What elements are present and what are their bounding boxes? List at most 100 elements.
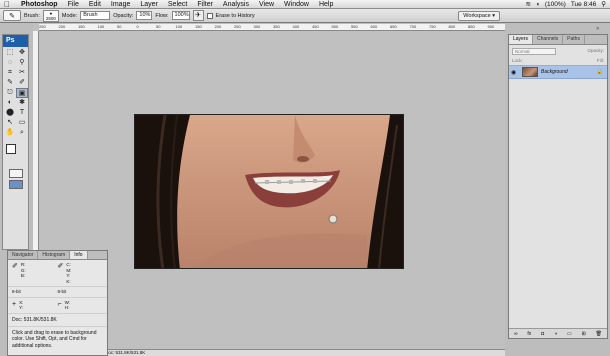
brush-picker[interactable]: ● 2500 — [42, 9, 59, 22]
tab-channels[interactable]: Channels — [533, 35, 564, 44]
lasso-tool[interactable]: ◌ — [4, 58, 16, 68]
dodge-tool[interactable]: ⬤ — [4, 108, 16, 118]
xy-labels: X: Y: — [19, 299, 24, 311]
ruler-tick-label: 350 — [273, 24, 280, 29]
blend-mode-select[interactable]: Normal — [512, 48, 556, 55]
type-tool[interactable]: T — [16, 108, 28, 118]
layer-thumbnail — [522, 67, 538, 77]
stamp-tool[interactable]: ⎋ — [4, 88, 16, 98]
eraser-icon: ✎ — [9, 12, 15, 20]
flow-label: Flow: — [155, 12, 169, 19]
menu-photoshop[interactable]: Photoshop — [16, 0, 63, 9]
ruler-tick-label: 200 — [58, 24, 66, 29]
layer-mask-icon[interactable]: ◘ — [541, 331, 544, 337]
cmyk-readout: ✐ C: M: Y: K: — [58, 262, 104, 284]
shape-tool[interactable]: ▭ — [16, 118, 28, 128]
eraser-tool[interactable]: ▣ — [16, 88, 28, 98]
brush-size: 2500 — [45, 15, 56, 21]
move-tool[interactable]: ✥ — [16, 48, 28, 58]
tab-paths[interactable]: Paths — [563, 35, 585, 44]
layers-panel-tabs: Layers Channels Paths — [509, 35, 607, 45]
ruler-tick-label: 650 — [390, 24, 397, 29]
menu-view[interactable]: View — [254, 0, 279, 9]
trash-icon[interactable]: 🗑 — [596, 331, 602, 337]
screen-mode-button[interactable] — [8, 180, 23, 189]
tab-histogram[interactable]: Histogram — [38, 251, 71, 259]
slice-tool[interactable]: ✂ — [16, 68, 28, 78]
blur-tool[interactable]: ✱ — [16, 98, 28, 108]
opacity-field[interactable]: 10% — [136, 11, 153, 20]
apple-icon[interactable]:  — [4, 0, 16, 9]
panel-collapse-icon[interactable]: » — [596, 26, 599, 32]
ruler-tick-label: 800 — [448, 24, 456, 29]
crop-tool[interactable]: ⌗ — [4, 68, 16, 78]
ruler-tick-label: 150 — [195, 24, 202, 29]
ruler-tick-label: 300 — [253, 24, 261, 29]
link-layers-icon[interactable]: ∞ — [514, 331, 518, 337]
tab-layers[interactable]: Layers — [509, 35, 534, 44]
tab-navigator[interactable]: Navigator — [8, 251, 39, 259]
airbrush-toggle[interactable]: ✈ — [192, 10, 204, 21]
ruler-tick-label: 0 — [136, 24, 139, 29]
image-canvas[interactable] — [134, 114, 404, 269]
portrait-image — [135, 115, 403, 268]
tool-preset-picker[interactable]: ✎ — [3, 10, 21, 21]
path-selection-tool[interactable]: ↖ — [4, 118, 16, 128]
menu-filter[interactable]: Filter — [192, 0, 218, 9]
ruler-tick-label: 50 — [117, 24, 122, 29]
brush-tool[interactable]: ✐ — [16, 78, 28, 88]
rgb-readout: ✐ R: G: B: — [12, 262, 58, 284]
toolbox: Ps ⬚ ✥ ◌ ⚲ ⌗ ✂ ✎ ✐ ⎋ ▣ ◐ ✱ ⬤ T ↖ ▭ ✋ ⌕ — [2, 34, 29, 250]
layer-row-background[interactable]: ◉ Background 🔒 — [509, 66, 607, 79]
erase-to-history-checkbox[interactable] — [206, 12, 213, 19]
menu-select[interactable]: Select — [163, 0, 192, 9]
visibility-eye-icon[interactable]: ◉ — [511, 69, 519, 76]
menu-help[interactable]: Help — [314, 0, 338, 9]
color-swatches — [3, 142, 28, 166]
menu-window[interactable]: Window — [279, 0, 314, 9]
brush-label: Brush: — [24, 12, 40, 19]
new-group-icon[interactable]: ▭ — [567, 331, 572, 337]
lock-icon: 🔒 — [596, 69, 603, 75]
menu-edit[interactable]: Edit — [84, 0, 106, 9]
marquee-tool[interactable]: ⬚ — [4, 48, 16, 58]
healing-tool[interactable]: ✎ — [4, 78, 16, 88]
layer-style-icon[interactable]: fx — [527, 331, 531, 337]
menu-image[interactable]: Image — [106, 0, 135, 9]
new-layer-icon[interactable]: ⊞ — [582, 331, 586, 337]
bit-depth-2: 8-bit — [57, 289, 67, 294]
menu-analysis[interactable]: Analysis — [218, 0, 254, 9]
layers-footer: ∞ fx ◘ ◑ ▭ ⊞ 🗑 — [509, 328, 607, 338]
clock[interactable]: Tue 8:46 — [571, 0, 596, 9]
ruler-tick-label: 600 — [370, 24, 378, 29]
quick-mask-button[interactable] — [8, 169, 23, 178]
crosshair-icon: + — [12, 300, 17, 308]
spotlight-icon[interactable]: ⚲ — [601, 0, 606, 9]
hand-tool[interactable]: ✋ — [4, 128, 16, 138]
eyedropper-icon: ✐ — [12, 263, 18, 270]
foreground-color-swatch[interactable] — [6, 144, 16, 154]
tab-info[interactable]: Info — [70, 251, 88, 259]
adjustment-layer-icon[interactable]: ◑ — [554, 331, 557, 337]
wh-readout: ⌐ W: H: — [58, 300, 104, 311]
menu-file[interactable]: File — [63, 0, 84, 9]
mode-select[interactable]: Brush — [80, 11, 111, 20]
layer-opacity-label: Opacity: — [587, 48, 604, 53]
zoom-tool[interactable]: ⌕ — [16, 128, 28, 138]
horizontal-ruler: 250 200 150 100 50 0 50 100 150 200 250 300 350 400 45… — [39, 24, 505, 31]
lock-label: Lock: — [512, 58, 523, 63]
info-panel: Navigator Histogram Info ✐ R: G: B: ✐ C:… — [7, 250, 108, 356]
volume-icon[interactable]: ◖ — [536, 0, 540, 9]
airbrush-icon: ✈ — [195, 12, 201, 19]
ruler-tick-label: 850 — [468, 24, 475, 29]
flow-field[interactable]: 100% — [171, 11, 190, 20]
battery-status[interactable]: (100%) — [545, 0, 566, 9]
wifi-icon[interactable]: ≋ — [525, 0, 530, 9]
magic-wand-tool[interactable]: ⚲ — [16, 58, 28, 68]
menu-layer[interactable]: Layer — [135, 0, 163, 9]
rgb-labels: R: G: B: — [20, 262, 26, 278]
erase-to-history-label: Erase to History — [215, 12, 255, 19]
workspace-button[interactable]: Workspace ▾ — [458, 10, 500, 21]
gradient-tool[interactable]: ◐ — [4, 98, 16, 108]
ruler-tick-label: 250 — [39, 24, 46, 29]
